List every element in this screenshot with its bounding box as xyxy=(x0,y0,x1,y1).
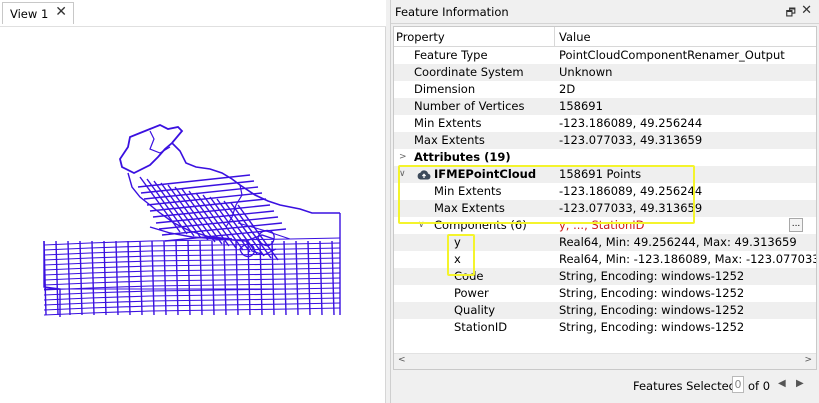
table-row-components[interactable]: ∨ Components (6) y, ..., StationID ... xyxy=(394,217,816,234)
table-row[interactable]: StationID String, Encoding: windows-1252 xyxy=(394,319,816,336)
component-name: Quality xyxy=(454,303,496,317)
components-value: y, ..., StationID xyxy=(559,218,645,232)
pointcloud-value: 158691 Points xyxy=(559,167,642,181)
table-row[interactable]: Dimension 2D xyxy=(394,81,816,98)
property-label: Coordinate System xyxy=(414,65,524,79)
table-row[interactable]: Quality String, Encoding: windows-1252 xyxy=(394,302,816,319)
property-label: Max Extents xyxy=(434,201,505,215)
float-window-icon[interactable]: 🗗 xyxy=(786,4,796,23)
component-value: Real64, Min: -123.186089, Max: -123.0770… xyxy=(559,252,817,266)
property-value: -123.186089, 49.256244 xyxy=(559,116,703,130)
status-footer: Features Selected: 0 of 0 ◀ ▶ xyxy=(391,374,819,396)
property-label: Max Extents xyxy=(414,133,485,147)
table-row[interactable]: Feature Type PointCloudComponentRenamer_… xyxy=(394,47,816,64)
component-value: String, Encoding: windows-1252 xyxy=(559,303,745,317)
table-row-attributes[interactable]: > Attributes (19) xyxy=(394,149,816,166)
close-tab-icon[interactable]: ✕ xyxy=(55,4,67,20)
chevron-right-icon[interactable]: > xyxy=(399,149,407,166)
property-value: Unknown xyxy=(559,65,613,79)
table-header: Property Value xyxy=(394,27,816,47)
table-row[interactable]: Power String, Encoding: windows-1252 xyxy=(394,285,816,302)
table-row[interactable]: Min Extents -123.186089, 49.256244 xyxy=(394,115,816,132)
table-row-pointcloud[interactable]: ∨ IFMEPointCloud 158691 Points xyxy=(394,166,816,183)
components-more-button[interactable]: ... xyxy=(789,218,803,232)
property-label: Number of Vertices xyxy=(414,99,525,113)
tab-view-1[interactable]: View 1 ✕ xyxy=(2,2,74,24)
table-row[interactable]: y Real64, Min: 49.256244, Max: 49.313659 xyxy=(394,234,816,251)
features-selected-input[interactable]: 0 xyxy=(732,376,744,393)
panel-title-bar: Feature Information 🗗 ✕ xyxy=(391,0,819,24)
component-name: StationID xyxy=(454,320,508,334)
property-label: Min Extents xyxy=(414,116,482,130)
point-cloud-geometry xyxy=(43,124,341,317)
table-row[interactable]: Coordinate System Unknown xyxy=(394,64,816,81)
features-total-label: of 0 xyxy=(748,379,771,393)
property-value: -123.186089, 49.256244 xyxy=(559,184,703,198)
cloud-upload-icon xyxy=(417,170,431,180)
panel-title: Feature Information xyxy=(395,4,509,19)
component-name: Power xyxy=(454,286,489,300)
property-value: 158691 xyxy=(559,99,603,113)
app-window: View 1 ✕ Feature Information 🗗 ✕ Propert… xyxy=(0,0,819,403)
map-canvas[interactable] xyxy=(0,26,386,403)
property-label: Dimension xyxy=(414,82,476,96)
pointcloud-label: IFMEPointCloud xyxy=(434,167,537,181)
table-row[interactable]: Number of Vertices 158691 xyxy=(394,98,816,115)
property-value: PointCloudComponentRenamer_Output xyxy=(559,48,785,62)
component-name: x xyxy=(454,252,461,266)
property-value: -123.077033, 49.313659 xyxy=(559,201,703,215)
component-name: Code xyxy=(454,269,484,283)
vertical-scrollbar[interactable] xyxy=(811,47,816,369)
table-row[interactable]: Max Extents -123.077033, 49.313659 xyxy=(394,132,816,149)
feature-info-table: Property Value Feature Type PointCloudCo… xyxy=(393,26,817,370)
point-cloud-map xyxy=(43,124,341,317)
component-value: Real64, Min: 49.256244, Max: 49.313659 xyxy=(559,235,797,249)
component-name: y xyxy=(454,235,461,249)
previous-feature-icon[interactable]: ◀ xyxy=(778,378,786,389)
table-row[interactable]: Max Extents -123.077033, 49.313659 xyxy=(394,200,816,217)
map-view-pane: View 1 ✕ xyxy=(0,0,386,403)
scroll-left-icon[interactable]: < xyxy=(398,355,406,365)
scroll-right-icon[interactable]: > xyxy=(804,355,812,365)
close-panel-icon[interactable]: ✕ xyxy=(801,3,812,18)
chevron-down-icon[interactable]: ∨ xyxy=(399,166,406,183)
table-row[interactable]: x Real64, Min: -123.186089, Max: -123.07… xyxy=(394,251,816,268)
column-divider[interactable] xyxy=(554,27,555,47)
components-label: Components (6) xyxy=(434,218,527,232)
tab-view-1-label: View 1 xyxy=(10,6,49,21)
feature-information-panel: Feature Information 🗗 ✕ Property Value F… xyxy=(390,0,819,403)
horizontal-scrollbar[interactable]: < > xyxy=(394,353,816,369)
column-header-property[interactable]: Property xyxy=(396,30,445,44)
property-value: 2D xyxy=(559,82,576,96)
chevron-down-icon[interactable]: ∨ xyxy=(418,217,425,234)
property-label: Feature Type xyxy=(414,48,488,62)
component-value: String, Encoding: windows-1252 xyxy=(559,286,745,300)
component-value: String, Encoding: windows-1252 xyxy=(559,269,745,283)
property-label: Min Extents xyxy=(434,184,502,198)
component-value: String, Encoding: windows-1252 xyxy=(559,320,745,334)
attributes-label: Attributes (19) xyxy=(414,150,511,164)
view-tab-bar: View 1 ✕ xyxy=(0,0,386,26)
table-row[interactable]: Min Extents -123.186089, 49.256244 xyxy=(394,183,816,200)
next-feature-icon[interactable]: ▶ xyxy=(796,378,804,389)
table-row[interactable]: Code String, Encoding: windows-1252 xyxy=(394,268,816,285)
features-selected-label: Features Selected: xyxy=(633,379,740,393)
column-header-value[interactable]: Value xyxy=(559,30,591,44)
property-value: -123.077033, 49.313659 xyxy=(559,133,703,147)
